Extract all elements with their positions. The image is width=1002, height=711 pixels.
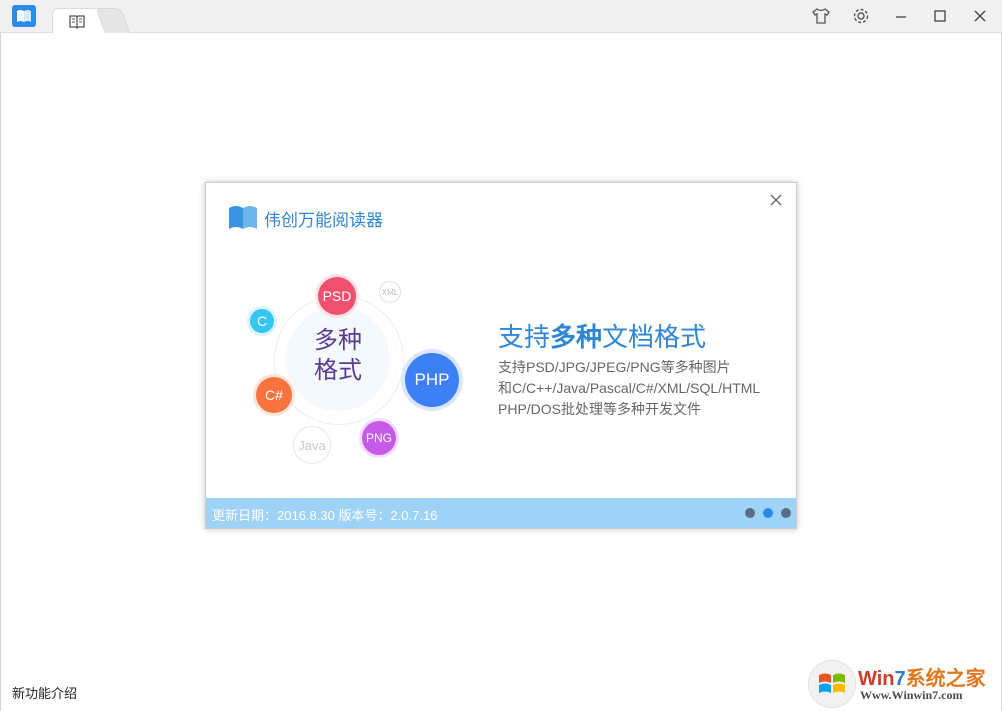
format-bubble-csharp: C# [256, 377, 292, 413]
new-features-link[interactable]: 新功能介绍 [12, 683, 77, 702]
watermark-brand: Win [858, 668, 895, 690]
version-info: 更新日期：2016.8.30 版本号：2.0.7.16 [212, 508, 438, 523]
headline-part: 文档格式 [602, 323, 707, 353]
pager-dot-active[interactable] [763, 508, 773, 518]
window-border [0, 32, 1, 711]
watermark: Win7系统之家 Www.Winwin7.com [808, 660, 998, 708]
feature-headline: 支持多种文档格式 [498, 317, 706, 354]
watermark-title: Win7系统之家 [858, 662, 986, 691]
intro-dialog: 伟创万能阅读器 多种 格式 PSD XML C PHP C# Java PNG … [205, 182, 797, 529]
feature-description-line1: 支持PSD/JPG/JPEG/PNG等多种图片 [498, 359, 731, 375]
format-bubble-xml: XML [379, 281, 401, 303]
watermark-url: Www.Winwin7.com [860, 688, 963, 702]
watermark-brand-number: 7 [894, 668, 906, 690]
headline-emphasis: 多种 [550, 323, 603, 353]
headline-part: 支持 [498, 323, 551, 353]
pager-dot[interactable] [781, 508, 791, 518]
format-bubble-png: PNG [362, 421, 396, 455]
gear-icon[interactable] [851, 6, 871, 26]
title-bar [0, 0, 1002, 33]
book-open-icon[interactable] [12, 5, 36, 27]
pager-dot[interactable] [745, 508, 755, 518]
center-label: 多种 格式 [286, 325, 390, 385]
format-bubble-java: Java [293, 426, 331, 464]
center-label-line1: 多种 [314, 326, 362, 354]
dialog-footer: 更新日期：2016.8.30 版本号：2.0.7.16 [206, 498, 796, 528]
feature-description-line3: PHP/DOS批处理等多种开发文件 [498, 401, 702, 417]
format-bubble-php: PHP [405, 353, 459, 407]
format-bubble-c: C [250, 309, 274, 333]
dialog-title: 伟创万能阅读器 [264, 211, 383, 231]
maximize-icon[interactable] [930, 6, 950, 26]
minimize-icon[interactable] [891, 6, 911, 26]
book-open-icon [228, 204, 258, 234]
book-icon [69, 15, 85, 29]
close-icon[interactable] [768, 192, 784, 208]
skin-icon[interactable] [811, 6, 831, 26]
format-bubble-psd: PSD [318, 277, 356, 315]
feature-description-line2: 和C/C++/Java/Pascal/C#/XML/SQL/HTML [498, 380, 761, 396]
windows-logo-icon [808, 660, 856, 708]
center-label-line2: 格式 [314, 356, 362, 384]
close-icon[interactable] [970, 6, 990, 26]
watermark-brand-text: 系统之家 [905, 668, 986, 690]
